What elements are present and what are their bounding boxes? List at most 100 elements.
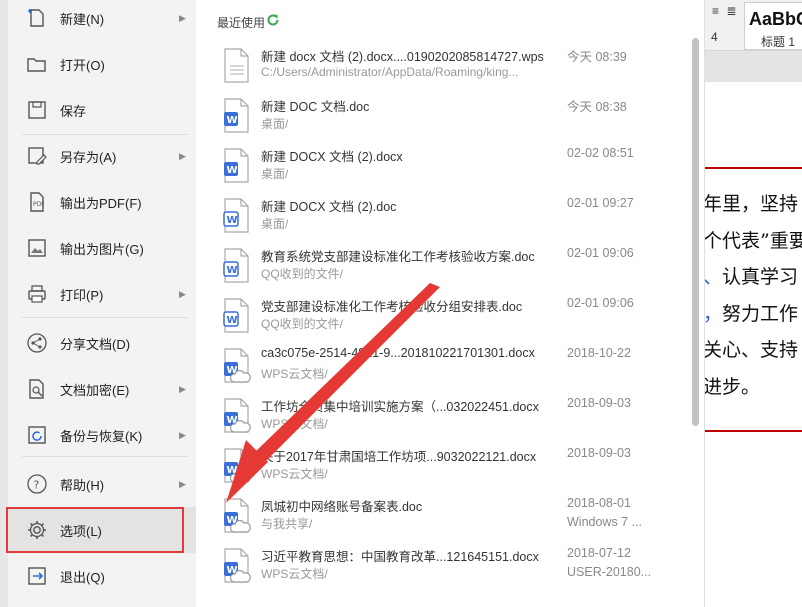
red-divider-line-bottom bbox=[703, 430, 802, 432]
recent-file-row[interactable]: W 工作坊全员集中培训实施方案（...032022451.docx WPS云文档/2… bbox=[196, 391, 696, 441]
word-file-icon: W bbox=[222, 298, 252, 334]
recent-file-row[interactable]: W 新建 DOCX 文档 (2).doc 桌面/02-01 09:27 bbox=[196, 191, 696, 241]
svg-text:W: W bbox=[227, 215, 238, 226]
file-name: 新建 DOCX 文档 (2).docx bbox=[261, 150, 403, 164]
doc-line: ，努力工作 bbox=[703, 302, 799, 325]
file-user: USER-20180... bbox=[567, 565, 652, 579]
menu-item[interactable]: 另存为(A) ▶ bbox=[8, 133, 196, 179]
file-date: 2018-07-12 bbox=[567, 546, 631, 560]
recent-file-row[interactable]: W 新建 DOC 文档.doc 桌面/今天 08:38 bbox=[196, 91, 696, 141]
menu-item-label: 输出为图片(G) bbox=[60, 241, 144, 257]
menu-item-label: 新建(N) bbox=[60, 11, 105, 27]
new-doc-icon bbox=[26, 7, 48, 29]
file-path: WPS云文档/ bbox=[261, 567, 328, 581]
refresh-icon[interactable] bbox=[266, 13, 280, 27]
word-file-icon: W bbox=[222, 148, 252, 184]
document-text: 年里，坚持 个代表”重要 、认真学习 ，努力工作 关心、支持 进步。 bbox=[703, 186, 802, 405]
wps-file-icon bbox=[222, 48, 252, 84]
menu-item-label: 打开(O) bbox=[60, 57, 105, 73]
word-cloud-file-icon: W bbox=[222, 348, 252, 384]
menu-item-label: 另存为(A) bbox=[60, 149, 117, 165]
menu-item[interactable]: 打开(O) bbox=[8, 41, 196, 87]
file-path: 桌面/ bbox=[261, 117, 289, 131]
paragraph-format-icons[interactable]: ≡ ≣ bbox=[712, 4, 738, 18]
menu-item[interactable]: PDF 输出为PDF(F) bbox=[8, 179, 196, 225]
doc-line: 关心、支持 bbox=[703, 339, 799, 361]
scrollbar[interactable] bbox=[692, 38, 700, 607]
menu-item[interactable]: ? 帮助(H) ▶ bbox=[8, 461, 196, 507]
word-file-icon: W bbox=[222, 198, 252, 234]
file-path: C:/Users/Administrator/AppData/Roaming/k… bbox=[261, 65, 519, 79]
recent-file-row[interactable]: W 凤城初中网络账号备案表.doc 与我共享/2018-08-01 Windows 7… bbox=[196, 491, 696, 541]
file-date: 今天 08:39 bbox=[567, 50, 627, 64]
word-cloud-file-icon: W bbox=[222, 498, 252, 534]
menu-item[interactable]: 分享文档(D) bbox=[8, 320, 196, 366]
file-date: 02-02 08:51 bbox=[567, 146, 634, 160]
menu-separator bbox=[22, 317, 188, 318]
file-date: 02-01 09:06 bbox=[567, 296, 634, 310]
file-date: 02-01 09:27 bbox=[567, 196, 634, 210]
file-date: 2018-09-03 bbox=[567, 446, 631, 460]
file-name: 关于2017年甘肃国培工作坊项...9032022121.docx bbox=[261, 450, 537, 464]
recent-file-row[interactable]: W 新建 DOCX 文档 (2).docx 桌面/02-02 08:51 bbox=[196, 141, 696, 191]
printer-icon bbox=[26, 283, 48, 305]
file-date: 今天 08:38 bbox=[567, 100, 627, 114]
file-name: 凤城初中网络账号备案表.doc bbox=[261, 500, 423, 514]
chevron-right-icon: ▶ bbox=[179, 478, 186, 489]
recent-file-row[interactable]: W 习近平教育思想：中国教育改革...121645151.docx WPS云文档/2… bbox=[196, 541, 696, 591]
menu-item[interactable]: 备份与恢复(K) ▶ bbox=[8, 412, 196, 458]
file-path: WPS云文档/ bbox=[261, 367, 328, 381]
menu-item-label: 打印(P) bbox=[60, 287, 104, 303]
menu-item[interactable]: 退出(Q) bbox=[8, 553, 196, 599]
menu-item-label: 输出为PDF(F) bbox=[60, 195, 142, 211]
svg-text:W: W bbox=[227, 265, 238, 276]
style-sample: AaBbC bbox=[749, 9, 802, 29]
chevron-right-icon: ▶ bbox=[179, 383, 186, 394]
file-path: 桌面/ bbox=[261, 217, 289, 231]
menu-item[interactable]: 打印(P) ▶ bbox=[8, 271, 196, 317]
options-highlight-box bbox=[6, 507, 184, 553]
menu-item[interactable]: 新建(N) ▶ bbox=[8, 0, 196, 41]
menu-item-label: 退出(Q) bbox=[60, 569, 105, 585]
word-file-icon: W bbox=[222, 98, 252, 134]
scrollbar-thumb[interactable] bbox=[692, 38, 699, 426]
svg-text:?: ? bbox=[34, 479, 40, 492]
save-as-icon bbox=[26, 145, 48, 167]
menu-separator bbox=[22, 456, 188, 457]
folder-open-icon bbox=[26, 53, 48, 75]
word-cloud-file-icon: W bbox=[222, 398, 252, 434]
svg-text:W: W bbox=[227, 165, 238, 176]
share-icon bbox=[26, 332, 48, 354]
menu-item[interactable]: 输出为图片(G) bbox=[8, 225, 196, 271]
file-date: 2018-10-22 bbox=[567, 346, 631, 360]
exit-icon bbox=[26, 565, 48, 587]
doc-line: 个代表”重要 bbox=[703, 229, 802, 252]
recent-file-row[interactable]: Wca3c075e-2514-4821-9...201810221701301.… bbox=[196, 341, 696, 391]
file-name: 新建 DOCX 文档 (2).doc bbox=[261, 200, 397, 214]
recent-file-row[interactable]: W 教育系统党支部建设标准化工作考核验收方案.doc QQ收到的文件/02-01 0… bbox=[196, 241, 696, 291]
doc-line: 进步。 bbox=[703, 375, 761, 398]
recent-file-row[interactable]: 新建 docx 文档 (2).docx....0190202085814727.… bbox=[196, 41, 696, 91]
recent-file-row[interactable]: W 党支部建设标准化工作考核验收分组安排表.doc QQ收到的文件/02-01 09… bbox=[196, 291, 696, 341]
menu-item[interactable]: 文档加密(E) ▶ bbox=[8, 366, 196, 412]
chevron-right-icon: ▶ bbox=[179, 12, 186, 23]
menu-item-label: 帮助(H) bbox=[60, 477, 105, 493]
ribbon-toolbar: ≡ ≣ 4 AaBbC 标题 1 bbox=[690, 0, 802, 51]
file-path: QQ收到的文件/ bbox=[261, 267, 344, 281]
style-heading1-button[interactable]: AaBbC 标题 1 bbox=[744, 2, 802, 50]
recent-file-row[interactable]: W 关于2017年甘肃国培工作坊项...9032022121.docx WPS云文档… bbox=[196, 441, 696, 491]
file-date: 02-01 09:06 bbox=[567, 246, 634, 260]
menu-item-label: 文档加密(E) bbox=[60, 382, 130, 398]
lock-doc-icon bbox=[26, 378, 48, 400]
menu-item-label: 备份与恢复(K) bbox=[60, 428, 143, 444]
file-path: 桌面/ bbox=[261, 167, 289, 181]
recent-title: 最近使用 bbox=[217, 16, 266, 30]
file-name: ca3c075e-2514-4821-9...201810221701301.d… bbox=[261, 346, 535, 360]
file-date: 2018-09-03 bbox=[567, 396, 631, 410]
image-export-icon bbox=[26, 237, 48, 259]
menu-item[interactable]: 保存 bbox=[8, 87, 196, 133]
ribbon-number: 4 bbox=[711, 30, 718, 44]
file-name: 党支部建设标准化工作考核验收分组安排表.doc bbox=[261, 300, 523, 314]
backup-icon bbox=[26, 424, 48, 446]
word-file-icon: W bbox=[222, 248, 252, 284]
